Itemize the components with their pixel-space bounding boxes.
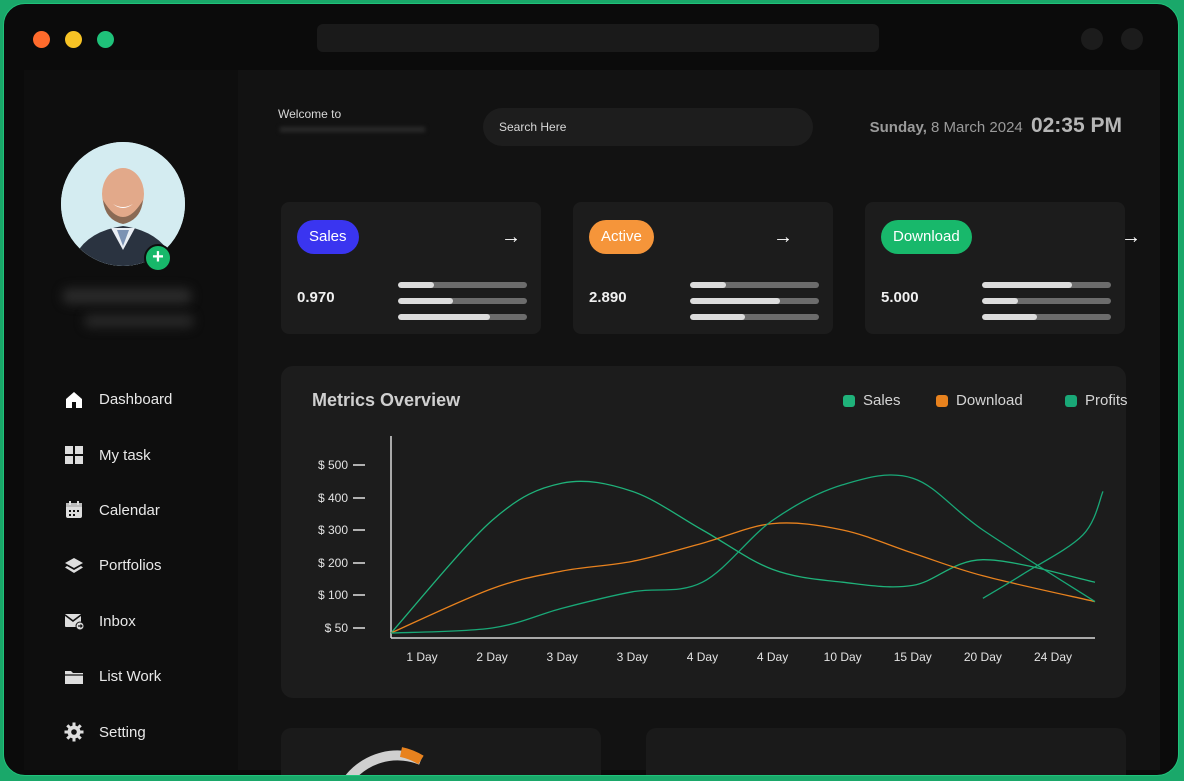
sidebar-item-label: Dashboard	[99, 391, 173, 409]
welcome-text: Welcome to	[278, 107, 342, 121]
time-label: 02:35 PM	[1030, 114, 1122, 137]
download-pill[interactable]: Download	[881, 220, 972, 254]
series-line-download	[390, 522, 1096, 634]
sidebar: + Dashboard My task Calendar Portfolios	[24, 70, 238, 770]
progress-bar	[398, 282, 527, 288]
progress-bar	[398, 314, 527, 320]
y-tick-label: $ 50	[325, 621, 349, 635]
x-tick-label: 10 Day	[824, 650, 862, 664]
sidebar-item-portfolios[interactable]: Portfolios	[64, 538, 244, 593]
x-tick-label: 24 Day	[1034, 650, 1072, 664]
sidebar-item-my-task[interactable]: My task	[64, 427, 244, 482]
progress-bar	[690, 314, 819, 320]
title-bar	[4, 4, 1178, 72]
sidebar-item-label: List Work	[99, 668, 162, 686]
progress-bar	[982, 314, 1111, 320]
window-action-2[interactable]	[1121, 28, 1143, 50]
address-bar[interactable]	[317, 24, 879, 52]
arrow-right-icon[interactable]: →	[501, 226, 521, 249]
x-tick-label: 20 Day	[964, 650, 1002, 664]
main-content: Welcome to Sunday, 8 March 2024 02:35 PM…	[238, 70, 1160, 775]
layers-icon	[65, 557, 83, 573]
grid-icon	[65, 446, 83, 465]
stat-card-active: Active → 2.890	[573, 202, 833, 334]
sidebar-item-calendar[interactable]: Calendar	[64, 483, 244, 538]
progress-bar	[982, 282, 1111, 288]
window-action-1[interactable]	[1081, 28, 1103, 50]
day-label: Sunday,	[869, 119, 927, 136]
bottom-card-left	[281, 728, 601, 775]
progress-bar	[690, 298, 819, 304]
card-value: 0.970	[297, 289, 335, 306]
x-tick-label: 1 Day	[406, 650, 437, 664]
stat-card-sales: Sales → 0.970	[281, 202, 541, 334]
y-tick-label: $ 100	[318, 588, 348, 602]
maximize-dot[interactable]	[97, 31, 114, 48]
progress-bar	[690, 282, 819, 288]
user-name-redacted	[62, 288, 192, 304]
search-input[interactable]	[483, 108, 813, 146]
minimize-dot[interactable]	[65, 31, 82, 48]
sidebar-item-inbox[interactable]: Inbox	[64, 594, 244, 649]
stat-card-download: Download → 5.000	[865, 202, 1141, 334]
sidebar-item-label: Portfolios	[99, 557, 162, 575]
bottom-card-right	[646, 728, 1126, 775]
sidebar-nav: Dashboard My task Calendar Portfolios In…	[64, 372, 244, 760]
sidebar-item-label: Calendar	[99, 501, 160, 519]
active-pill[interactable]: Active	[589, 220, 654, 254]
y-tick-label: $ 200	[318, 556, 348, 570]
user-role-redacted	[84, 314, 194, 328]
sidebar-item-label: Inbox	[99, 612, 136, 630]
sales-pill[interactable]: Sales	[297, 220, 359, 254]
mail-icon	[64, 614, 84, 631]
close-dot[interactable]	[33, 31, 50, 48]
sidebar-item-dashboard[interactable]: Dashboard	[64, 372, 244, 427]
progress-bar	[982, 298, 1111, 304]
x-tick-label: 4 Day	[757, 650, 788, 664]
card-value: 2.890	[589, 289, 627, 306]
x-tick-label: 15 Day	[894, 650, 932, 664]
arrow-right-icon[interactable]: →	[773, 226, 793, 249]
donut-chart-partial	[345, 747, 424, 775]
metrics-chart-card: Metrics Overview Sales Download Profits …	[281, 366, 1128, 698]
series-line-extra	[982, 491, 1104, 599]
sidebar-item-label: Setting	[99, 723, 146, 741]
sidebar-item-list-work[interactable]: List Work	[64, 649, 244, 704]
y-tick-label: $ 400	[318, 491, 348, 505]
progress-bar	[398, 298, 527, 304]
arrow-right-icon[interactable]: →	[1121, 226, 1141, 249]
home-icon	[66, 391, 82, 408]
calendar-icon	[66, 501, 82, 519]
x-tick-label: 3 Day	[617, 650, 648, 664]
y-tick-label: $ 500	[318, 458, 348, 472]
date-label: 8 March 2024	[931, 119, 1023, 136]
sidebar-item-label: My task	[99, 446, 151, 464]
line-chart: $ 50 $ 100 $ 200 $ 300 $ 400 $ 500 1 Day 2 Day 3…	[318, 436, 1104, 664]
brand-name-redacted	[280, 127, 425, 132]
x-tick-label: 3 Day	[547, 650, 578, 664]
gear-icon	[64, 722, 84, 742]
folder-icon	[65, 670, 83, 684]
date-time: Sunday, 8 March 2024 02:35 PM	[870, 114, 1122, 138]
add-photo-button[interactable]: +	[144, 244, 172, 272]
series-line-sales	[390, 480, 1096, 634]
y-tick-label: $ 300	[318, 523, 348, 537]
card-value: 5.000	[881, 289, 919, 306]
x-tick-label: 4 Day	[687, 650, 718, 664]
sidebar-item-setting[interactable]: Setting	[64, 704, 244, 759]
app-window: + Dashboard My task Calendar Portfolios	[3, 3, 1179, 776]
x-tick-label: 2 Day	[476, 650, 507, 664]
